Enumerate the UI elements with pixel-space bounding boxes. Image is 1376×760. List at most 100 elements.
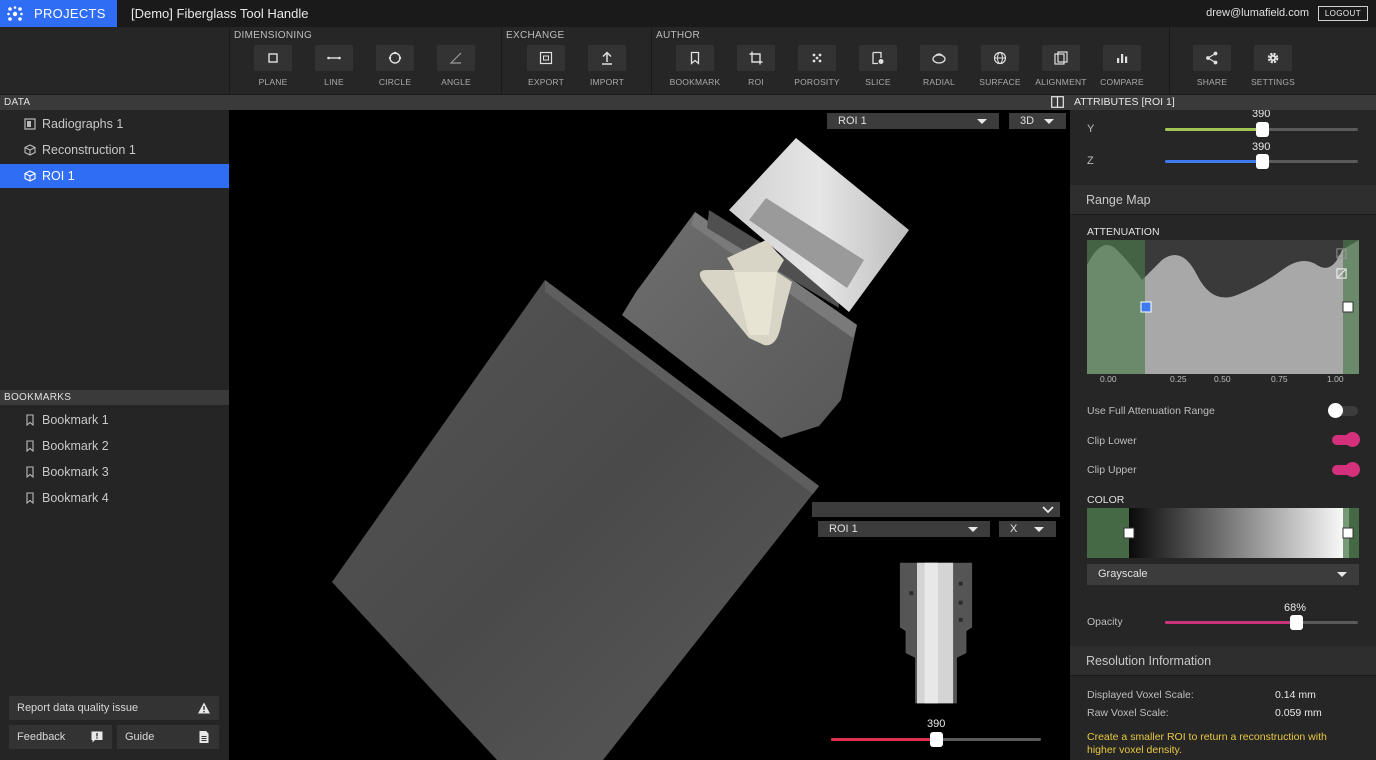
inset-roi-select[interactable]: ROI 1 — [818, 521, 990, 537]
bookmark-tool-button[interactable]: BOOKMARK — [667, 45, 723, 91]
y-slider[interactable] — [1165, 122, 1358, 137]
y-slider-thumb[interactable] — [1255, 122, 1269, 137]
compare-tool-button[interactable]: COMPARE — [1094, 45, 1150, 91]
y-slider-value: 390 — [1252, 110, 1271, 120]
angle-tool-button[interactable]: ANGLE — [428, 45, 484, 91]
clip-lower-toggle[interactable] — [1332, 432, 1360, 447]
main-roi-select[interactable]: ROI 1 — [827, 113, 999, 129]
tick-label: 0.25 — [1170, 374, 1187, 384]
tick-label: 1.00 — [1327, 374, 1344, 384]
use-full-range-toggle[interactable] — [1328, 403, 1358, 418]
inset-collapse-bar[interactable] — [812, 502, 1060, 517]
bookmark-item[interactable]: Bookmark 1 — [0, 408, 229, 432]
view-mode-value: 3D — [1020, 115, 1035, 127]
clip-upper-toggle[interactable] — [1332, 462, 1360, 477]
import-tool-button[interactable]: IMPORT — [579, 45, 635, 91]
colormap-select[interactable]: Grayscale — [1087, 564, 1359, 585]
zoom-histogram-icon[interactable] — [1336, 248, 1347, 259]
report-issue-button[interactable]: Report data quality issue — [9, 696, 219, 720]
slice-tool-button[interactable]: SLICE — [850, 45, 906, 91]
share-button[interactable]: SHARE — [1184, 45, 1240, 91]
left-sidebar: DATA Radiographs 1 Reconstruction 1 ROI … — [0, 95, 229, 760]
attenuation-ticks: 0.00 0.25 0.50 0.75 1.00 — [1087, 374, 1359, 386]
chevron-down-icon — [977, 119, 987, 124]
bookmark-icon — [26, 414, 34, 426]
crop-icon — [749, 51, 763, 65]
roi-tool-button[interactable]: ROI — [728, 45, 784, 91]
inset-axis-select[interactable]: X — [999, 521, 1056, 537]
circle-tool-button[interactable]: CIRCLE — [367, 45, 423, 91]
settings-button[interactable]: SETTINGS — [1245, 45, 1301, 91]
toggle-knob — [1345, 432, 1360, 447]
opacity-value: 68% — [1284, 602, 1307, 614]
export-tool-button[interactable]: EXPORT — [518, 45, 574, 91]
tick-label: 0.50 — [1214, 374, 1231, 384]
toolbar-group-dimensioning: DIMENSIONING PLANE LINE CIRCLE ANGLE — [229, 27, 501, 95]
z-slider-thumb[interactable] — [1255, 154, 1269, 169]
bookmark-item[interactable]: Bookmark 3 — [0, 460, 229, 484]
circle-icon — [388, 51, 402, 64]
data-item-roi[interactable]: ROI 1 — [0, 164, 229, 188]
export-icon — [539, 51, 553, 65]
split-view-icon[interactable] — [1051, 96, 1064, 108]
projects-button[interactable]: PROJECTS — [0, 0, 117, 27]
view-mode-select[interactable]: 3D — [1009, 113, 1066, 129]
inset-roi-value: ROI 1 — [829, 523, 858, 535]
opacity-label: Opacity — [1087, 616, 1123, 628]
logout-button[interactable]: LOGOUT — [1317, 6, 1368, 21]
alignment-tool-button[interactable]: ALIGNMENT — [1033, 45, 1089, 91]
resolution-hint: Create a smaller ROI to return a reconst… — [1087, 731, 1327, 756]
chevron-down-icon — [1337, 572, 1347, 577]
inset-slice-slider[interactable] — [831, 732, 1041, 747]
tool-label: EXPORT — [528, 77, 564, 87]
data-item-radiographs[interactable]: Radiographs 1 — [0, 112, 229, 136]
cube-icon — [24, 144, 36, 156]
z-slider[interactable] — [1165, 154, 1358, 169]
opacity-slider[interactable] — [1165, 615, 1358, 630]
range-map-header[interactable]: Range Map — [1070, 185, 1376, 215]
tool-label: POROSITY — [794, 77, 840, 87]
bookmark-item[interactable]: Bookmark 2 — [0, 434, 229, 458]
projects-label: PROJECTS — [34, 6, 106, 21]
z-slider-value: 390 — [1252, 141, 1271, 153]
bookmark-icon — [26, 440, 34, 452]
radial-icon — [932, 53, 946, 64]
tool-label: SLICE — [865, 77, 891, 87]
surface-tool-button[interactable]: SURFACE — [972, 45, 1028, 91]
tool-label: SHARE — [1196, 77, 1228, 87]
inset-slider-thumb[interactable] — [930, 732, 943, 747]
surface-icon — [993, 51, 1007, 65]
radial-tool-button[interactable]: RADIAL — [911, 45, 967, 91]
toggle-knob — [1345, 462, 1360, 477]
tool-label: RADIAL — [923, 77, 955, 87]
3d-viewport[interactable]: ROI 1 3D ROI 1 X 390 — [229, 110, 1070, 760]
radiograph-icon — [24, 118, 36, 130]
tool-label: COMPARE — [1100, 77, 1144, 87]
feedback-button[interactable]: Feedback — [9, 725, 112, 749]
data-item-reconstruction[interactable]: Reconstruction 1 — [0, 138, 229, 162]
compare-icon — [1117, 54, 1128, 63]
tool-label: ANGLE — [441, 77, 471, 87]
resolution-info-header[interactable]: Resolution Information — [1070, 646, 1376, 676]
bookmark-icon — [26, 466, 34, 478]
feedback-icon — [91, 731, 103, 743]
guide-button[interactable]: Guide — [117, 725, 219, 749]
attenuation-histogram[interactable] — [1087, 240, 1359, 374]
opacity-slider-fill — [1165, 621, 1297, 624]
porosity-icon — [812, 53, 822, 63]
bookmark-icon — [26, 492, 34, 504]
tool-label: CIRCLE — [378, 77, 412, 87]
plane-tool-button[interactable]: PLANE — [245, 45, 301, 91]
colormap-gradient-editor[interactable] — [1087, 508, 1359, 558]
line-tool-button[interactable]: LINE — [306, 45, 362, 91]
y-slider-label: Y — [1087, 123, 1095, 135]
inset-slice-panel: ROI 1 X 390 — [812, 502, 1060, 747]
reset-histogram-icon[interactable] — [1336, 268, 1347, 279]
porosity-tool-button[interactable]: POROSITY — [789, 45, 845, 91]
bookmark-item[interactable]: Bookmark 4 — [0, 486, 229, 510]
opacity-slider-thumb[interactable] — [1290, 615, 1304, 630]
lumafield-logo-icon — [7, 5, 23, 21]
data-item-label: ROI 1 — [42, 169, 75, 183]
tick-label: 0.75 — [1271, 374, 1288, 384]
tick-label: 0.00 — [1100, 374, 1117, 384]
